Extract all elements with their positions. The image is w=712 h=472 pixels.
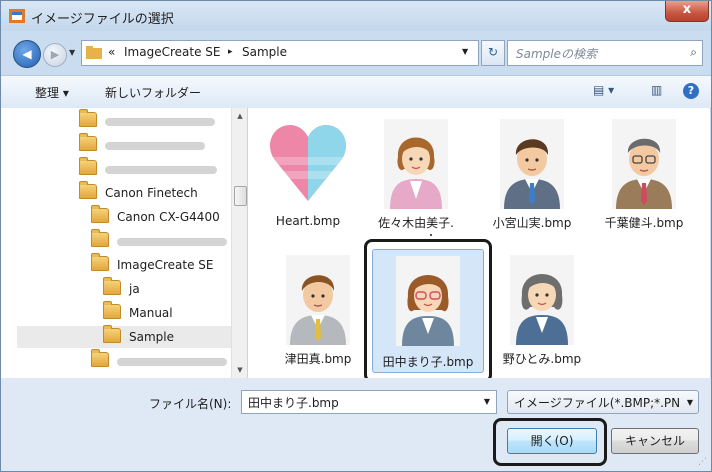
folder-icon: [91, 229, 109, 247]
tree-item-label: ja: [129, 282, 140, 296]
selection-highlight-frame: [364, 239, 492, 383]
file-item-heart[interactable]: Heart.bmp: [260, 113, 356, 233]
dialog-icon: [9, 9, 25, 23]
folder-icon: [103, 325, 121, 343]
tree-item[interactable]: [79, 157, 217, 180]
file-name: Heart.bmp: [275, 214, 341, 228]
blurred-label: [117, 237, 227, 246]
recent-pages-dropdown[interactable]: ▼: [69, 48, 75, 57]
tree-item[interactable]: [91, 349, 227, 372]
close-button[interactable]: x: [665, 1, 709, 22]
tree-item[interactable]: [79, 133, 205, 156]
command-bar: 整理 ▾ 新しいフォルダー ▤ ▾ ▥ ?: [1, 75, 711, 109]
tree-item-imagecreate-se[interactable]: ImageCreate SE: [91, 253, 214, 276]
chevron-down-icon[interactable]: ▼: [462, 47, 468, 56]
breadcrumb-sample[interactable]: Sample: [242, 45, 287, 59]
dialog-footer: ファイル名(N): 田中まり子.bmp ▼ イメージファイル(*.BMP;*.P…: [1, 378, 711, 471]
folder-icon: [91, 253, 109, 271]
folder-icon: [79, 109, 97, 127]
breadcrumb-separator-icon[interactable]: ▸: [228, 47, 233, 57]
cancel-button[interactable]: キャンセル: [611, 428, 699, 454]
heart-thumbnail: [268, 125, 348, 201]
title-bar: イメージファイルの選択 x: [1, 1, 711, 31]
forward-arrow-icon[interactable]: ▶: [43, 43, 67, 67]
filename-value[interactable]: 田中まり子.bmp: [248, 394, 339, 411]
file-item-hitomi[interactable]: 野ひとみ.bmp: [494, 249, 590, 369]
blurred-label: [105, 165, 217, 174]
tree-item[interactable]: [79, 109, 215, 132]
folder-icon: [79, 133, 97, 151]
preview-pane-icon[interactable]: ▥: [651, 83, 662, 97]
filetype-value[interactable]: イメージファイル(*.BMP;*.PN: [514, 394, 684, 411]
person-thumbnail: [500, 119, 564, 209]
person-thumbnail: [612, 119, 676, 209]
tree-item-label: Sample: [129, 330, 174, 344]
scroll-up-icon[interactable]: ▲: [232, 108, 247, 124]
tree-item-label: ImageCreate SE: [117, 258, 214, 272]
tree-item-sample[interactable]: Sample: [17, 325, 231, 348]
blurred-label: [117, 357, 227, 366]
search-placeholder: Sampleの検索: [516, 47, 597, 61]
organize-button[interactable]: 整理 ▾: [35, 84, 69, 101]
file-name: 津田真.bmp: [284, 352, 352, 366]
file-item-sasaki[interactable]: 佐々木由美子.: [368, 113, 464, 233]
new-folder-button[interactable]: 新しいフォルダー: [105, 84, 201, 101]
address-field[interactable]: « ImageCreate SE ▸ Sample ▼: [81, 40, 479, 66]
filename-label: ファイル名(N):: [149, 397, 232, 411]
window-title: イメージファイルの選択: [31, 12, 174, 27]
tree-item-label: Manual: [129, 306, 173, 320]
file-open-dialog: イメージファイルの選択 x ◀ ▶ ▼ « ImageCreate SE ▸ S…: [0, 0, 712, 472]
file-list: Heart.bmp 佐々木由美子. 小宮山実.bmp 千葉健斗.bmp 津田真.…: [248, 108, 710, 383]
file-item-tsuda[interactable]: 津田真.bmp: [270, 249, 366, 369]
tree-item-canon-finetech[interactable]: Canon Finetech: [79, 181, 198, 204]
tree-item-label: Canon CX-G4400: [117, 210, 220, 224]
help-icon[interactable]: ?: [683, 83, 699, 99]
file-name: 千葉健斗.bmp: [604, 216, 684, 230]
refresh-icon[interactable]: ↻: [481, 40, 505, 66]
file-item-chiba[interactable]: 千葉健斗.bmp: [596, 113, 692, 233]
breadcrumb-prefix[interactable]: «: [108, 45, 115, 59]
folder-icon: [91, 349, 109, 367]
person-thumbnail: [510, 255, 574, 345]
blurred-label: [105, 117, 215, 126]
file-name: 佐々木由美子.: [378, 216, 454, 230]
address-bar-row: ◀ ▶ ▼ « ImageCreate SE ▸ Sample ▼ ↻ Samp…: [1, 31, 711, 75]
file-item-komiyama[interactable]: 小宮山実.bmp: [484, 113, 580, 233]
tree-item-manual[interactable]: Manual: [103, 301, 173, 324]
search-icon[interactable]: ⌕: [690, 45, 697, 60]
scroll-down-icon[interactable]: ▼: [232, 362, 247, 378]
chevron-down-icon[interactable]: ▼: [687, 398, 693, 407]
file-name: 小宮山実.bmp: [492, 216, 572, 230]
tree-item[interactable]: [91, 229, 227, 252]
tree-item-canon-cx-g4400[interactable]: Canon CX-G4400: [91, 205, 220, 228]
search-input[interactable]: Sampleの検索 ⌕: [507, 40, 703, 66]
tree-item-ja[interactable]: ja: [103, 277, 140, 300]
scrollbar-thumb[interactable]: [234, 186, 247, 206]
dot-marker: [430, 234, 432, 236]
tree-item-label: Canon Finetech: [105, 186, 198, 200]
folder-icon: [79, 181, 97, 199]
filetype-select[interactable]: イメージファイル(*.BMP;*.PN ▼: [507, 390, 699, 414]
folder-icon: [91, 205, 109, 223]
file-name: 野ひとみ.bmp: [502, 352, 582, 366]
open-button-highlight-frame: [493, 418, 607, 466]
breadcrumb-imagecreate-se[interactable]: ImageCreate SE: [124, 45, 220, 59]
back-arrow-icon[interactable]: ◀: [13, 40, 41, 68]
blurred-label: [105, 141, 205, 150]
chevron-down-icon[interactable]: ▼: [484, 397, 490, 406]
resize-grip-icon[interactable]: ⋰: [698, 457, 707, 467]
filename-input[interactable]: 田中まり子.bmp ▼: [241, 390, 497, 414]
folder-icon: [86, 46, 102, 59]
folder-icon: [79, 157, 97, 175]
person-thumbnail: [384, 119, 448, 209]
folder-icon: [103, 277, 121, 295]
person-thumbnail: [286, 255, 350, 345]
folder-icon: [103, 301, 121, 319]
tree-scrollbar[interactable]: ▲ ▼: [231, 108, 247, 378]
view-options-icon[interactable]: ▤ ▾: [593, 83, 614, 97]
navigation-pane: Canon Finetech Canon CX-G4400 ImageCreat…: [1, 108, 248, 378]
